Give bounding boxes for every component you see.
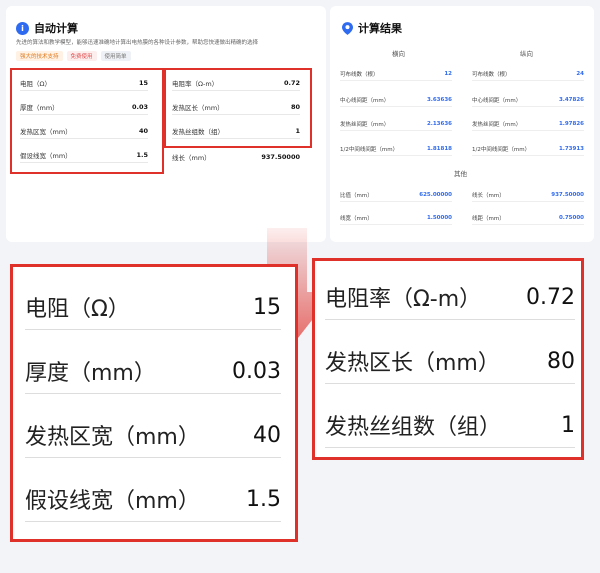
result-value: 12	[444, 71, 452, 77]
result-label: 中心线间距（mm）	[340, 98, 390, 104]
result-row: 比值（mm） 625.00000	[340, 189, 452, 202]
zoom-row-heating-width[interactable]: 发热区宽（mm） 40	[25, 413, 281, 458]
field-label: 线长（mm）	[172, 154, 211, 162]
zoom-label: 厚度（mm）	[25, 361, 156, 386]
result-label: 线宽（mm）	[340, 216, 373, 222]
location-pin-icon	[342, 21, 353, 35]
results-header: 计算结果	[342, 20, 402, 36]
zoom-row-resistance[interactable]: 电阻（Ω） 15	[25, 285, 281, 330]
info-icon: i	[16, 21, 29, 35]
auto-calc-header: i 自动计算	[16, 20, 78, 36]
result-label: 中心线间距（mm）	[472, 98, 522, 104]
result-value: 1.73913	[558, 146, 584, 152]
tag-simple: 使用简单	[100, 51, 131, 61]
result-row: 中心线间距（mm） 3.63636	[340, 94, 452, 107]
result-row: 线宽（mm） 1.50000	[340, 212, 452, 225]
result-value: 0.75000	[558, 215, 584, 221]
column-header-vertical: 纵向	[520, 50, 533, 58]
result-label: 可布线数（根）	[340, 72, 379, 78]
highlight-box-left	[10, 68, 164, 174]
zoom-value[interactable]: 0.03	[232, 359, 281, 384]
zoom-value[interactable]: 1.5	[246, 487, 281, 512]
zoom-label: 电阻（Ω）	[25, 297, 130, 322]
auto-calc-panel: i 自动计算 先进的算法和教学模型，能够迅速准确地计算出电热膜的各种设计参数，帮…	[6, 6, 326, 242]
result-label: 发热丝间距（mm）	[472, 122, 522, 128]
results-panel: 计算结果 横向 纵向 可布线数（根） 12 中心线间距（mm） 3.63636 …	[330, 6, 594, 242]
other-section-title: 其他	[454, 170, 467, 178]
zoom-row-thickness[interactable]: 厚度（mm） 0.03	[25, 349, 281, 394]
result-row: 1/2中间线间距（mm） 1.81818	[340, 143, 452, 156]
column-header-horizontal: 横向	[392, 50, 405, 58]
zoom-right-inputs: 电阻率（Ω-m） 0.72 发热区长（mm） 80 发热丝组数（组） 1	[312, 258, 584, 460]
result-value: 3.47826	[558, 97, 584, 103]
zoom-row-line-width[interactable]: 假设线宽（mm） 1.5	[25, 477, 281, 522]
zoom-value[interactable]: 1	[561, 413, 575, 438]
result-row: 线长（mm） 937.50000	[472, 189, 584, 202]
result-value: 1.81818	[426, 146, 452, 152]
result-row: 1/2中间线间距（mm） 1.73913	[472, 143, 584, 156]
zoom-value[interactable]: 0.72	[526, 285, 575, 310]
zoom-row-resistivity[interactable]: 电阻率（Ω-m） 0.72	[325, 275, 575, 320]
result-value: 937.50000	[551, 192, 584, 198]
zoom-value[interactable]: 15	[253, 295, 281, 320]
result-label: 比值（mm）	[340, 193, 373, 199]
zoom-label: 电阻率（Ω-m）	[325, 287, 482, 312]
result-row: 线距（mm） 0.75000	[472, 212, 584, 225]
zoom-row-heating-length[interactable]: 发热区长（mm） 80	[325, 339, 575, 384]
result-label: 1/2中间线间距（mm）	[472, 147, 531, 153]
zoom-left-inputs: 电阻（Ω） 15 厚度（mm） 0.03 发热区宽（mm） 40 假设线宽（mm…	[10, 264, 298, 542]
result-label: 线长（mm）	[472, 193, 505, 199]
result-row: 发热丝间距（mm） 2.13636	[340, 118, 452, 131]
zoom-label: 发热区宽（mm）	[25, 425, 200, 450]
field-value: 937.50000	[261, 153, 300, 161]
zoom-label: 假设线宽（mm）	[25, 489, 200, 514]
result-value: 24	[576, 71, 584, 77]
auto-calc-description: 先进的算法和教学模型，能够迅速准确地计算出电热膜的各种设计参数，帮助您快速做出精…	[16, 40, 259, 46]
tag-free: 免费使用	[66, 51, 97, 61]
highlight-box-right	[164, 68, 312, 148]
zoom-label: 发热丝组数（组）	[325, 415, 502, 440]
results-title: 计算结果	[358, 22, 402, 35]
readout-line-length: 线长（mm） 937.50000	[172, 150, 300, 164]
result-label: 发热丝间距（mm）	[340, 122, 390, 128]
tag-tech-support: 强大的技术支持	[16, 51, 63, 61]
result-value: 3.63636	[426, 97, 452, 103]
result-row: 可布线数（根） 12	[340, 68, 452, 81]
zoom-row-wire-groups[interactable]: 发热丝组数（组） 1	[325, 403, 575, 448]
auto-calc-title: 自动计算	[34, 22, 78, 35]
feature-tags: 强大的技术支持 免费使用 使用简单	[16, 51, 131, 61]
result-label: 可布线数（根）	[472, 72, 511, 78]
zoom-value[interactable]: 80	[547, 349, 575, 374]
result-value: 1.97826	[558, 121, 584, 127]
result-row: 中心线间距（mm） 3.47826	[472, 94, 584, 107]
result-row: 可布线数（根） 24	[472, 68, 584, 81]
result-value: 1.50000	[426, 215, 452, 221]
result-value: 625.00000	[419, 192, 452, 198]
result-value: 2.13636	[426, 121, 452, 127]
result-label: 线距（mm）	[472, 216, 505, 222]
result-label: 1/2中间线间距（mm）	[340, 147, 399, 153]
zoom-value[interactable]: 40	[253, 423, 281, 448]
result-row: 发热丝间距（mm） 1.97826	[472, 118, 584, 131]
zoom-label: 发热区长（mm）	[325, 351, 500, 376]
